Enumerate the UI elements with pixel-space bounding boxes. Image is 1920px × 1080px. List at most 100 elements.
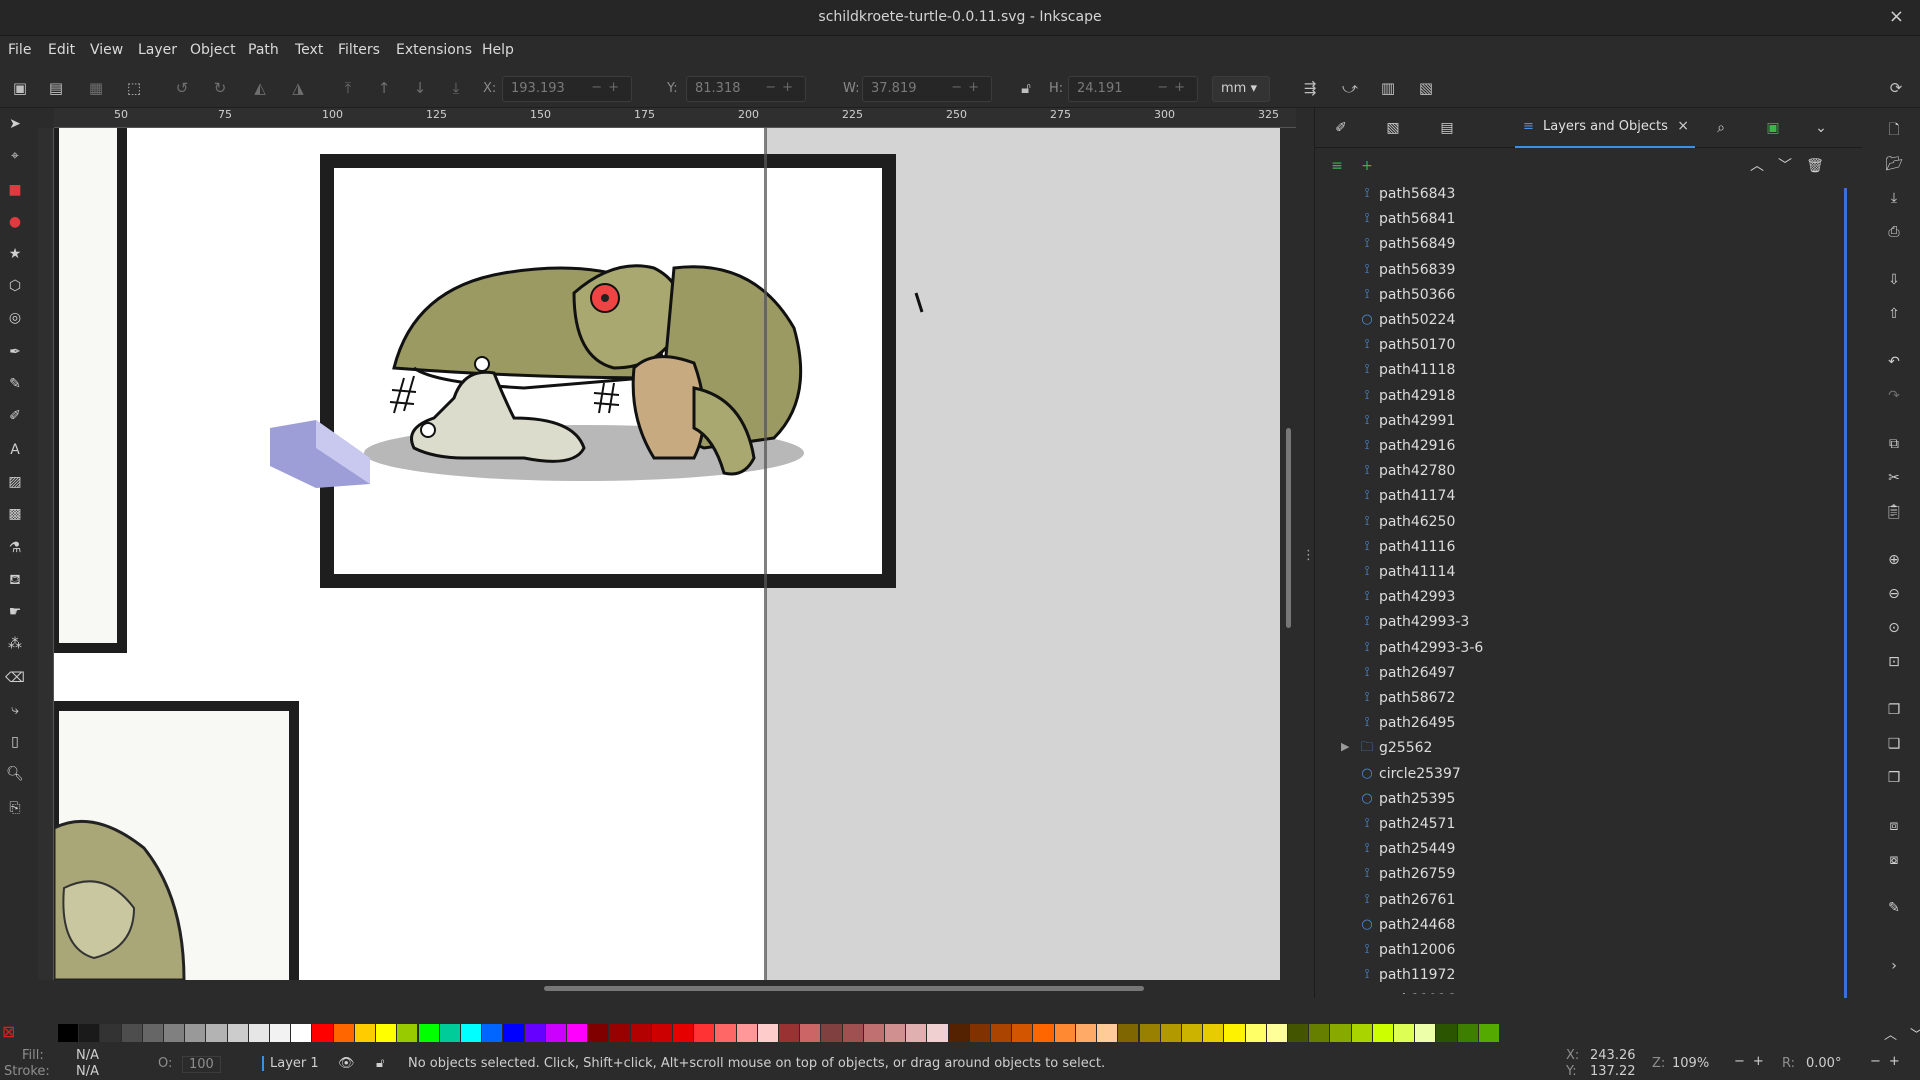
color-swatch[interactable] [524, 1024, 545, 1042]
color-swatch[interactable] [1309, 1024, 1330, 1042]
color-swatch[interactable] [1012, 1024, 1033, 1042]
color-swatch[interactable] [439, 1024, 460, 1042]
pencil-tool-icon[interactable]: ✎ [5, 374, 25, 394]
xml-editor-icon[interactable]: ✎ [1884, 898, 1904, 918]
list-item[interactable]: ⟟ path56843 [1315, 184, 1845, 207]
menu-object[interactable]: Object [190, 42, 236, 58]
snap-icon[interactable]: ⟳ [1886, 78, 1906, 98]
color-swatch[interactable] [545, 1024, 566, 1042]
palette-scroll-down-icon[interactable]: ﹀ [1910, 1024, 1920, 1043]
color-swatch[interactable] [164, 1024, 185, 1042]
list-item[interactable]: ⟟ path58672 [1315, 686, 1845, 711]
raise-to-top-icon[interactable]: ⤒ [338, 78, 358, 98]
menu-text[interactable]: Text [295, 42, 323, 58]
unit-select[interactable]: mm ▾ [1212, 76, 1270, 102]
color-swatch[interactable] [842, 1024, 863, 1042]
color-swatch[interactable] [757, 1024, 778, 1042]
zoom-tool-icon[interactable]: 🔍︎ [5, 764, 25, 784]
list-item[interactable]: ○ path24468 [1315, 913, 1845, 938]
text-tool-icon[interactable]: A [5, 440, 25, 460]
vertical-scroll-thumb[interactable] [1286, 428, 1291, 628]
align-distribute-tab-icon[interactable]: ▤ [1437, 118, 1457, 138]
list-item[interactable]: ⟟ path42916 [1315, 434, 1845, 459]
list-item[interactable]: ○ path25395 [1315, 787, 1845, 812]
list-item[interactable]: ○ circle25397 [1315, 762, 1845, 787]
pages-tool-icon[interactable]: ▯ [5, 732, 25, 752]
touch-select-icon[interactable]: ⬚ [124, 78, 144, 98]
color-swatch[interactable] [672, 1024, 694, 1042]
color-swatch[interactable] [1393, 1024, 1415, 1042]
import-icon[interactable]: ⇩ [1884, 270, 1904, 290]
cut-icon[interactable]: ✂ [1884, 468, 1904, 488]
list-item[interactable]: ⟟ path42780 [1315, 459, 1845, 484]
menu-layer[interactable]: Layer [138, 42, 177, 58]
color-swatch[interactable] [1372, 1024, 1393, 1042]
zoom-width-icon[interactable]: ⊡ [1884, 652, 1904, 672]
expand-arrow-icon[interactable]: › [1884, 956, 1904, 976]
ellipse-tool-icon[interactable]: ● [5, 212, 25, 232]
color-swatch[interactable] [821, 1024, 842, 1042]
move-gradients-icon[interactable]: ▥ [1378, 78, 1398, 98]
group-icon[interactable]: ⧈ [1884, 816, 1904, 836]
color-swatch[interactable] [630, 1024, 651, 1042]
rotate-cw-icon[interactable]: ↻ [210, 78, 230, 98]
color-swatch[interactable] [651, 1024, 672, 1042]
color-swatch[interactable] [270, 1024, 291, 1042]
color-swatch[interactable] [779, 1024, 800, 1042]
move-down-icon[interactable]: ﹀ [1775, 156, 1795, 176]
dock-resize-handle[interactable]: ⋮ [1296, 108, 1315, 998]
rectangle-tool-icon[interactable]: ■ [5, 180, 25, 200]
color-swatch[interactable] [1245, 1024, 1266, 1042]
color-swatch[interactable] [948, 1024, 969, 1042]
list-item[interactable]: ⟟ path50366 [1315, 283, 1845, 308]
color-swatch[interactable] [376, 1024, 397, 1042]
tab-layers-and-objects[interactable]: ≡ Layers and Objects × [1515, 108, 1695, 148]
list-item[interactable]: ○ path50224 [1315, 308, 1845, 333]
layer-toggle-icon[interactable]: ≡ [1327, 156, 1347, 176]
h-field[interactable]: H: 24.191 −+ [1049, 76, 1198, 102]
zoom-page-icon[interactable]: ⊙ [1884, 618, 1904, 638]
color-swatch[interactable] [863, 1024, 885, 1042]
calligraphy-tool-icon[interactable]: ✐ [5, 406, 25, 426]
color-swatch[interactable] [991, 1024, 1012, 1042]
zoom-drawing-icon[interactable]: ⊖ [1884, 584, 1904, 604]
window-close-button[interactable]: × [1889, 6, 1904, 27]
color-swatch[interactable] [291, 1024, 312, 1042]
scale-corners-icon[interactable]: ⤻ [1340, 78, 1360, 98]
move-patterns-icon[interactable]: ▧ [1416, 78, 1436, 98]
color-swatch[interactable] [1415, 1024, 1436, 1042]
list-item[interactable]: ⟟ path56841 [1315, 207, 1845, 232]
list-item[interactable]: ⟟ path41174 [1315, 484, 1845, 509]
clone-icon[interactable]: ❑ [1884, 734, 1904, 754]
eraser-tool-icon[interactable]: ⌫ [5, 668, 25, 688]
color-swatch[interactable] [142, 1024, 164, 1042]
color-swatch[interactable] [1160, 1024, 1181, 1042]
stroke-value[interactable]: N/A [76, 1064, 99, 1079]
color-swatch[interactable] [566, 1024, 588, 1042]
color-swatch[interactable] [121, 1024, 142, 1042]
list-item[interactable]: ⟟ path41118 [1315, 358, 1845, 383]
color-swatch[interactable] [588, 1024, 609, 1042]
tweak-tool-icon[interactable]: ☛ [5, 602, 25, 622]
color-swatch[interactable] [354, 1024, 376, 1042]
color-swatch[interactable] [227, 1024, 248, 1042]
h-stepper[interactable]: −+ [1157, 80, 1191, 95]
rotation-value[interactable]: 0.00° [1806, 1056, 1841, 1071]
select-all-icon[interactable]: ▣ [10, 78, 30, 98]
menu-view[interactable]: View [90, 42, 123, 58]
menu-file[interactable]: File [8, 42, 31, 58]
color-swatch[interactable] [1436, 1024, 1457, 1042]
list-item[interactable]: ⟟ path42993-3-6 [1315, 636, 1845, 661]
print-icon[interactable]: ⎙ [1884, 222, 1904, 242]
color-swatch[interactable] [1097, 1024, 1118, 1042]
color-swatch[interactable] [736, 1024, 757, 1042]
duplicate-icon[interactable]: ❐ [1884, 700, 1904, 720]
dock-menu-chevron-icon[interactable]: ⌄ [1811, 118, 1831, 138]
y-stepper[interactable]: −+ [765, 80, 799, 95]
list-item[interactable]: ⟟ path46250 [1315, 510, 1845, 535]
color-swatch[interactable] [1139, 1024, 1160, 1042]
menu-path[interactable]: Path [248, 42, 279, 58]
spiral-tool-icon[interactable]: ◎ [5, 308, 25, 328]
document-properties-tab-icon[interactable]: ▧ [1383, 118, 1403, 138]
color-swatch[interactable] [503, 1024, 524, 1042]
